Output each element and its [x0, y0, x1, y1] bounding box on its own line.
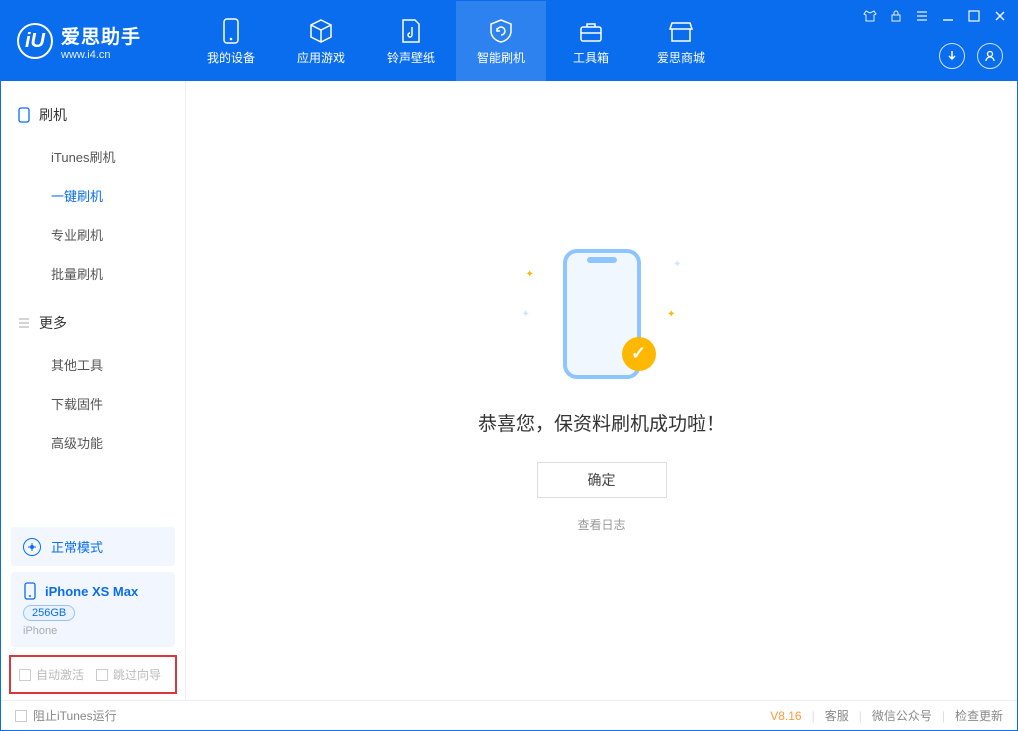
nav-label: 工具箱 — [573, 49, 609, 66]
titlebar-actions — [939, 43, 1003, 69]
checkbox-label: 跳过向导 — [113, 666, 161, 683]
mode-label: 正常模式 — [51, 537, 103, 556]
nav-tab-store[interactable]: 爱思商城 — [636, 1, 726, 81]
window-controls — [861, 7, 1009, 25]
sparkle-icon: ✦ — [667, 309, 675, 320]
sidebar-item-advanced[interactable]: 高级功能 — [1, 423, 185, 462]
music-file-icon — [397, 17, 425, 45]
check-update-link[interactable]: 检查更新 — [955, 707, 1003, 724]
nav-tab-device[interactable]: 我的设备 — [186, 1, 276, 81]
sidebar-section-more[interactable]: 更多 — [1, 307, 185, 339]
success-message: 恭喜您，保资料刷机成功啦！ — [478, 409, 725, 436]
nav-tab-apps[interactable]: 应用游戏 — [276, 1, 366, 81]
sparkle-icon: ✦ — [673, 259, 681, 270]
section-title: 刷机 — [39, 105, 67, 125]
menu-icon[interactable] — [913, 7, 931, 25]
toolbox-icon — [577, 17, 605, 45]
nav-label: 爱思商城 — [657, 49, 705, 66]
device-type: iPhone — [23, 625, 163, 637]
sidebar-item-other-tools[interactable]: 其他工具 — [1, 345, 185, 384]
statusbar: 阻止iTunes运行 V8.16 | 客服 | 微信公众号 | 检查更新 — [1, 700, 1017, 730]
logo-icon: iU — [17, 23, 53, 59]
section-title: 更多 — [39, 313, 67, 333]
sidebar-item-itunes-flash[interactable]: iTunes刷机 — [1, 137, 185, 176]
sidebar-items-flash: iTunes刷机 一键刷机 专业刷机 批量刷机 — [1, 131, 185, 307]
user-button[interactable] — [977, 43, 1003, 69]
highlighted-options-box: 自动激活 跳过向导 — [9, 655, 177, 694]
titlebar: iU 爱思助手 www.i4.cn 我的设备 应用游戏 — [1, 1, 1017, 81]
checkbox-label: 自动激活 — [36, 666, 84, 683]
lock-icon[interactable] — [887, 7, 905, 25]
checkbox-icon[interactable] — [15, 710, 27, 722]
minimize-button[interactable] — [939, 7, 957, 25]
app-subtitle: www.i4.cn — [61, 49, 141, 61]
view-log-link[interactable]: 查看日志 — [577, 516, 625, 533]
body-area: 刷机 iTunes刷机 一键刷机 专业刷机 批量刷机 更多 其他工具 下载固件 … — [1, 81, 1017, 700]
mode-card[interactable]: 正常模式 — [11, 527, 175, 566]
sidebar: 刷机 iTunes刷机 一键刷机 专业刷机 批量刷机 更多 其他工具 下载固件 … — [1, 81, 186, 700]
checkbox-icon — [19, 669, 31, 681]
phone-icon — [23, 582, 37, 600]
sidebar-item-oneclick-flash[interactable]: 一键刷机 — [1, 176, 185, 215]
sparkle-icon: ✦ — [522, 309, 530, 320]
sidebar-item-download-firmware[interactable]: 下载固件 — [1, 384, 185, 423]
store-icon — [667, 17, 695, 45]
wechat-link[interactable]: 微信公众号 — [872, 707, 932, 724]
nav-label: 铃声壁纸 — [387, 49, 435, 66]
app-window: iU 爱思助手 www.i4.cn 我的设备 应用游戏 — [0, 0, 1018, 731]
auto-activate-checkbox[interactable]: 自动激活 — [19, 666, 84, 683]
nav-label: 智能刷机 — [477, 49, 525, 66]
sidebar-item-pro-flash[interactable]: 专业刷机 — [1, 215, 185, 254]
sidebar-section-flash[interactable]: 刷机 — [1, 99, 185, 131]
support-link[interactable]: 客服 — [825, 707, 849, 724]
sidebar-item-batch-flash[interactable]: 批量刷机 — [1, 254, 185, 293]
device-storage-badge: 256GB — [23, 605, 75, 621]
shirt-icon[interactable] — [861, 7, 879, 25]
sidebar-items-more: 其他工具 下载固件 高级功能 — [1, 339, 185, 476]
nav-tab-flash[interactable]: 智能刷机 — [456, 1, 546, 81]
success-illustration: ✦ ✦ ✦ ✦ ✓ — [522, 249, 682, 389]
main-content: ✦ ✦ ✦ ✦ ✓ 恭喜您，保资料刷机成功啦！ 确定 查看日志 — [186, 81, 1017, 700]
app-title: 爱思助手 — [61, 22, 141, 49]
device-card[interactable]: iPhone XS Max 256GB iPhone — [11, 572, 175, 647]
phone-small-icon — [17, 107, 31, 123]
refresh-shield-icon — [487, 17, 515, 45]
logo-area: iU 爱思助手 www.i4.cn — [1, 1, 186, 81]
device-name: iPhone XS Max — [45, 584, 138, 599]
cube-icon — [307, 17, 335, 45]
mode-icon — [23, 538, 41, 556]
download-button[interactable] — [939, 43, 965, 69]
block-itunes-label[interactable]: 阻止iTunes运行 — [33, 707, 117, 724]
nav-tabs: 我的设备 应用游戏 铃声壁纸 智能刷机 — [186, 1, 726, 81]
nav-label: 应用游戏 — [297, 49, 345, 66]
device-icon — [217, 17, 245, 45]
nav-tab-toolbox[interactable]: 工具箱 — [546, 1, 636, 81]
sparkle-icon: ✦ — [526, 269, 534, 280]
nav-tab-ringtones[interactable]: 铃声壁纸 — [366, 1, 456, 81]
close-button[interactable] — [991, 7, 1009, 25]
skip-guide-checkbox[interactable]: 跳过向导 — [96, 666, 161, 683]
nav-label: 我的设备 — [207, 49, 255, 66]
logo-text: 爱思助手 www.i4.cn — [61, 22, 141, 61]
list-icon — [17, 317, 31, 329]
maximize-button[interactable] — [965, 7, 983, 25]
ok-button[interactable]: 确定 — [537, 462, 667, 498]
check-badge-icon: ✓ — [622, 337, 656, 371]
checkbox-icon — [96, 669, 108, 681]
version-label: V8.16 — [770, 709, 801, 723]
